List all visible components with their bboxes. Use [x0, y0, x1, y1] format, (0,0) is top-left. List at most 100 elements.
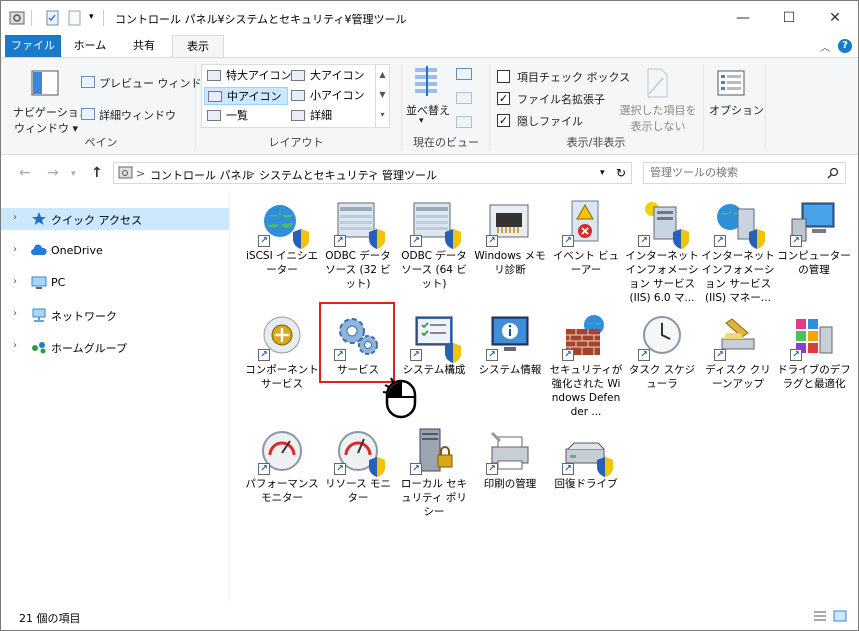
item-iis6-manager[interactable]: ↗ インターネット インフォメーション サービス (IIS) 6.0 マ... [625, 199, 699, 305]
ribbon-collapse-icon[interactable]: ︿ [820, 39, 830, 54]
item-iis-manager[interactable]: ↗ インターネット インフォメーション サービス (IIS) マネー... [701, 199, 775, 305]
qa-dropdown-icon[interactable]: ▾ [89, 12, 99, 28]
expand-chevron-icon[interactable]: › [13, 276, 17, 287]
expand-chevron-icon[interactable]: › [13, 212, 17, 223]
expand-chevron-icon[interactable]: › [13, 340, 17, 351]
item-checkboxes-checkbox[interactable] [497, 70, 510, 83]
sort-by-button[interactable]: 並べ替え [406, 102, 450, 118]
expand-chevron-icon[interactable]: › [13, 244, 17, 255]
item-label: リソース モニター [325, 478, 391, 504]
options-icon[interactable] [717, 70, 745, 96]
item-iscsi-initiator[interactable]: ↗ iSCSI イニシエーター [245, 199, 319, 277]
tab-file[interactable]: ファイル [5, 35, 61, 57]
item-print-management[interactable]: ↗ 印刷の管理 [473, 427, 547, 491]
star-icon [32, 212, 46, 225]
recent-locations-icon[interactable]: ▾ [71, 169, 76, 179]
tab-share[interactable]: 共有 [119, 35, 169, 57]
item-computer-management[interactable]: ↗ コンピューターの管理 [777, 199, 851, 277]
item-system-configuration[interactable]: ↗ システム構成 [397, 313, 471, 377]
layout-medium-icons[interactable]: 中アイコン [204, 87, 288, 105]
item-disk-cleanup[interactable]: ↗ ディスク クリーンアップ [701, 313, 775, 391]
globe-icon: ↗ [258, 199, 309, 249]
breadcrumb-control-panel[interactable]: コントロール パネル [150, 167, 253, 183]
layout-scroll[interactable]: ▲ ▼ ▾ [375, 65, 389, 127]
ribbon-separator [703, 64, 704, 150]
layout-large-icons[interactable]: 大アイコン [288, 67, 374, 85]
item-task-scheduler[interactable]: ↗ タスク スケジューラ [625, 313, 699, 391]
component-services-icon: ↗ [258, 313, 306, 361]
minimize-button[interactable]: — [720, 1, 766, 35]
nav-item-quick-access[interactable]: › クイック アクセス [1, 208, 229, 230]
item-odbc-32[interactable]: ↗ ODBC データソース (32 ビット) [321, 199, 395, 291]
item-component-services[interactable]: ↗ コンポーネント サービス [245, 313, 319, 391]
back-arrow-icon[interactable]: ← [19, 165, 31, 181]
expand-chevron-icon[interactable]: › [13, 308, 17, 319]
options-button[interactable]: オプション [709, 102, 764, 118]
tab-view[interactable]: 表示 [172, 35, 224, 58]
refresh-icon[interactable]: ↻ [616, 166, 626, 180]
item-defrag[interactable]: ↗ ドライブのデフラグと最適化 [777, 313, 851, 391]
item-label: 印刷の管理 [483, 478, 537, 490]
nav-label: OneDrive [51, 244, 103, 257]
search-icon[interactable] [827, 167, 839, 179]
item-windows-defender-firewall[interactable]: ↗ セキュリティが強化された Windows Defender ... [549, 313, 623, 419]
printer-icon: ↗ [486, 427, 534, 475]
item-resource-monitor[interactable]: ↗ リソース モニター [321, 427, 395, 505]
item-local-security-policy[interactable]: ↗ ローカル セキュリティ ポリシー [397, 427, 471, 519]
highlight-box [319, 302, 395, 383]
item-label: ローカル セキュリティ ポリシー [400, 478, 468, 518]
new-folder-icon[interactable] [67, 10, 83, 26]
layout-item-label: 大アイコン [310, 69, 365, 82]
tab-home[interactable]: ホーム [63, 35, 117, 57]
item-system-information[interactable]: ↗ システム情報 [473, 313, 547, 377]
properties-icon[interactable] [45, 10, 61, 26]
help-icon[interactable]: ? [838, 39, 852, 53]
layout-details[interactable]: 詳細 [288, 107, 374, 125]
item-odbc-64[interactable]: ↗ ODBC データソース (64 ビット) [397, 199, 471, 291]
navigation-pane-icon[interactable] [31, 70, 59, 96]
up-arrow-icon[interactable]: ↑ [91, 165, 103, 181]
nav-item-onedrive[interactable]: › OneDrive [1, 240, 229, 262]
layout-extra-large-icons[interactable]: 特大アイコン [204, 67, 291, 85]
preview-pane-icon [81, 76, 95, 88]
nav-item-network[interactable]: › ネットワーク [1, 304, 229, 326]
address-dropdown-icon[interactable]: ▾ [600, 168, 605, 178]
search-input[interactable] [650, 166, 820, 179]
group-label-pane: ペイン [84, 136, 118, 149]
item-label: 回復ドライブ [554, 478, 618, 490]
item-recovery-drive[interactable]: ↗ 回復ドライブ [549, 427, 623, 491]
layout-list[interactable]: 一覧 [204, 107, 288, 125]
group-by-icon[interactable] [456, 68, 472, 80]
item-label: ODBC データソース (32 ビット) [325, 250, 391, 290]
sort-by-icon[interactable] [411, 66, 443, 98]
close-button[interactable]: ✕ [812, 1, 858, 35]
navigation-pane-button[interactable]: ナビゲーション ウィンドウ ▾ [13, 104, 90, 136]
maximize-button[interactable]: ☐ [766, 1, 812, 35]
item-label: パフォーマンス モニター [245, 478, 319, 504]
large-icons-toggle-icon[interactable] [833, 610, 847, 622]
details-view-toggle-icon[interactable] [813, 610, 827, 622]
homegroup-icon [32, 342, 46, 354]
address-bar[interactable]: > コントロール パネル > システムとセキュリティ > 管理ツール ▾ ↻ [113, 162, 632, 184]
item-checkboxes-label: 項目チェック ボックス [517, 71, 631, 84]
item-label: ODBC データソース (64 ビット) [401, 250, 467, 290]
nav-item-homegroup[interactable]: › ホームグループ [1, 336, 229, 358]
hidden-items-label: 隠しファイル [517, 115, 583, 128]
file-extensions-checkbox[interactable]: ✓ [497, 92, 510, 105]
item-memory-diagnostic[interactable]: ↗ Windows メモリ診断 [473, 199, 547, 277]
control-panel-icon[interactable] [9, 10, 27, 26]
forward-arrow-icon[interactable]: → [47, 165, 59, 181]
nav-item-pc[interactable]: › PC [1, 272, 229, 294]
search-box [643, 162, 846, 184]
details-pane-button[interactable]: 詳細ウィンドウ [99, 107, 176, 123]
iis-manager-icon: ↗ [714, 199, 765, 249]
item-label: コンポーネント サービス [245, 364, 319, 390]
breadcrumb-separator: > [246, 167, 256, 180]
breadcrumb-admin-tools[interactable]: 管理ツール [382, 167, 437, 183]
hidden-items-checkbox[interactable]: ✓ [497, 114, 510, 127]
item-performance-monitor[interactable]: ↗ パフォーマンス モニター [245, 427, 319, 505]
firewall-icon: ↗ [562, 313, 610, 361]
item-event-viewer[interactable]: ↗ イベント ビューアー [549, 199, 623, 277]
layout-small-icons[interactable]: 小アイコン [288, 87, 374, 105]
breadcrumb-security[interactable]: システムとセキュリティ [259, 167, 379, 183]
